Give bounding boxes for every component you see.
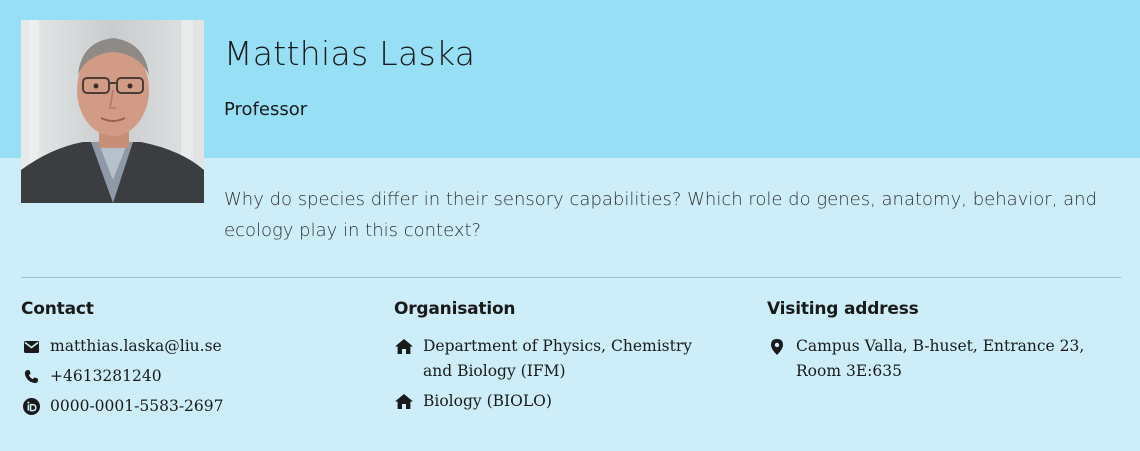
visiting-section: Visiting address Campus Valla, B-huset, … [767, 299, 1112, 389]
profile-name: Matthias Laska [224, 34, 476, 73]
contact-email: matthias.laska@liu.se [21, 334, 361, 359]
map-pin-icon [767, 334, 787, 359]
profile-photo [21, 20, 204, 203]
orcid-id[interactable]: 0000-0001-5583-2697 [50, 394, 361, 419]
contact-section: Contact matthias.laska@liu.se +461328124… [21, 299, 361, 424]
visiting-heading: Visiting address [767, 299, 919, 319]
home-icon [394, 389, 414, 414]
organisation-link-ifm[interactable]: Department of Physics, Chemistry and Bio… [423, 334, 724, 384]
organisation-link-biolo[interactable]: Biology (BIOLO) [423, 389, 724, 414]
contact-orcid: 0000-0001-5583-2697 [21, 394, 361, 419]
organisation-item: Biology (BIOLO) [394, 389, 724, 414]
profile-role: Professor [224, 99, 308, 120]
email-link[interactable]: matthias.laska@liu.se [50, 334, 361, 359]
visiting-address: Campus Valla, B-huset, Entrance 23, Room… [767, 334, 1112, 384]
organisation-section: Organisation Department of Physics, Chem… [394, 299, 724, 419]
home-icon [394, 334, 414, 359]
profile-intro: Why do species differ in their sensory c… [224, 189, 1097, 241]
visiting-address-text: Campus Valla, B-huset, Entrance 23, Room… [796, 337, 1085, 380]
contact-heading: Contact [21, 299, 94, 319]
phone-number[interactable]: +4613281240 [50, 364, 361, 389]
section-divider [21, 277, 1121, 278]
envelope-icon [21, 334, 41, 359]
organisation-item: Department of Physics, Chemistry and Bio… [394, 334, 724, 384]
orcid-icon [21, 394, 41, 419]
contact-phone: +4613281240 [21, 364, 361, 389]
organisation-heading: Organisation [394, 299, 516, 319]
phone-icon [21, 364, 41, 389]
